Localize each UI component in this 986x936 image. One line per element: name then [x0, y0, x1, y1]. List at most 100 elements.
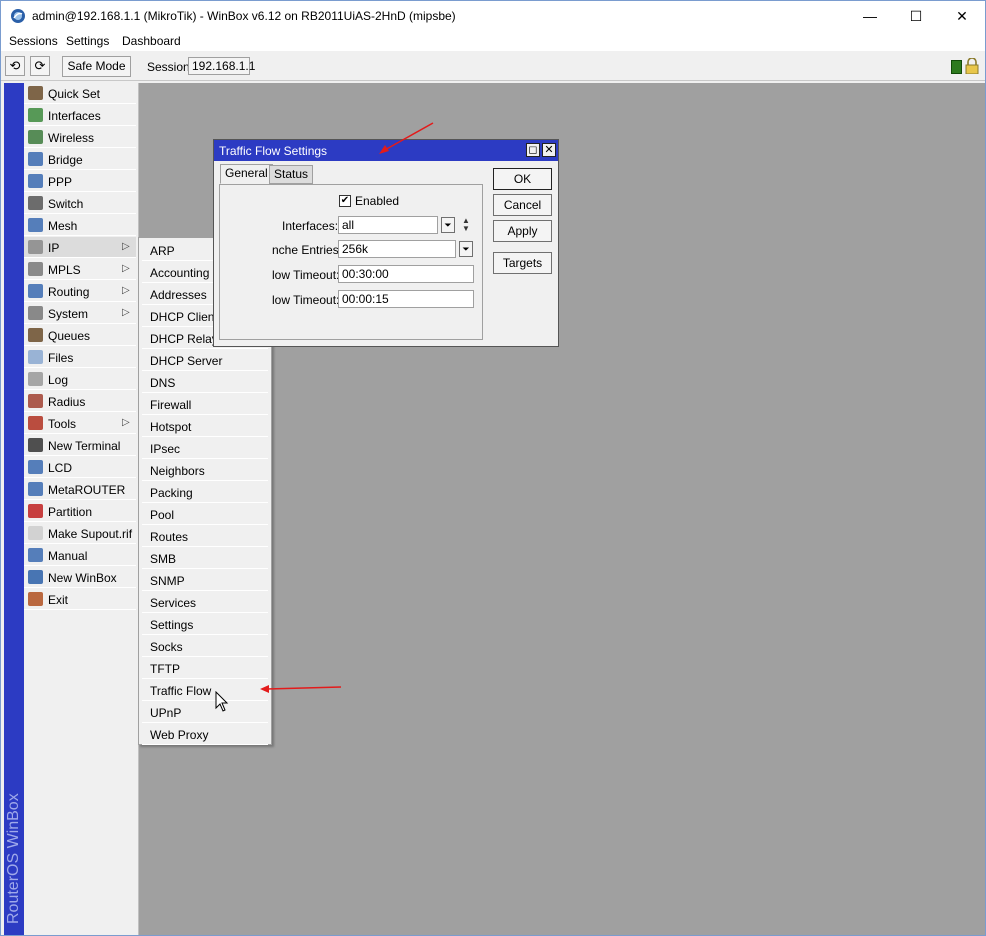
- sidebar-item-switch[interactable]: Switch: [24, 193, 136, 214]
- sidebar-item-label: Partition: [48, 505, 93, 519]
- sidebar-item-wireless[interactable]: Wireless: [24, 127, 136, 148]
- ip-menu-item-label: ARP: [150, 244, 175, 258]
- menu-sessions[interactable]: Sessions: [9, 34, 58, 48]
- sidebar-item-partition[interactable]: Partition: [24, 501, 136, 522]
- sidebar-item-label: Interfaces: [48, 109, 101, 123]
- ip-menu-item-neighbors[interactable]: Neighbors: [142, 460, 268, 481]
- targets-button[interactable]: Targets: [493, 252, 552, 274]
- ip-menu-item-packing[interactable]: Packing: [142, 482, 268, 503]
- interfaces-dropdown-button[interactable]: ⏷: [441, 217, 455, 233]
- ip-menu-item-socks[interactable]: Socks: [142, 636, 268, 657]
- sidebar-item-exit[interactable]: Exit: [24, 589, 136, 610]
- cache-entries-dropdown-button[interactable]: ⏷: [459, 241, 473, 257]
- ip-menu-item-dns[interactable]: DNS: [142, 372, 268, 393]
- sidebar-item-queues[interactable]: Queues: [24, 325, 136, 346]
- submenu-arrow-icon: ▷: [122, 241, 130, 252]
- cache-entries-field[interactable]: 256k: [338, 240, 456, 258]
- annotation-arrow-traffic-flow: [260, 685, 342, 693]
- sidebar-item-interfaces[interactable]: Interfaces: [24, 105, 136, 126]
- ip-menu-item-smb[interactable]: SMB: [142, 548, 268, 569]
- sidebar-item-manual[interactable]: Manual: [24, 545, 136, 566]
- general-tab-panel: [219, 184, 483, 340]
- ip-menu-item-label: Neighbors: [150, 464, 205, 478]
- sidebar-item-bridge[interactable]: Bridge: [24, 149, 136, 170]
- window-title: admin@192.168.1.1 (MikroTik) - WinBox v6…: [32, 9, 456, 23]
- sidebar-item-new-winbox[interactable]: New WinBox: [24, 567, 136, 588]
- maximize-button[interactable]: ☐: [893, 1, 939, 31]
- sidebar-item-log[interactable]: Log: [24, 369, 136, 390]
- interfaces-icon: [28, 108, 43, 122]
- tab-general[interactable]: General: [220, 164, 273, 184]
- cache-entries-label: nche Entries:: [272, 243, 343, 257]
- enabled-checkbox[interactable]: ✔: [339, 195, 351, 207]
- sidebar-item-metarouter[interactable]: MetaROUTER: [24, 479, 136, 500]
- ip-menu-item-web-proxy[interactable]: Web Proxy: [142, 724, 268, 745]
- mpls-icon: [28, 262, 43, 276]
- ip-menu-item-ipsec[interactable]: IPsec: [142, 438, 268, 459]
- safe-mode-button[interactable]: Safe Mode: [62, 56, 131, 77]
- sidebar-item-radius[interactable]: Radius: [24, 391, 136, 412]
- ip-menu-item-tftp[interactable]: TFTP: [142, 658, 268, 679]
- ip-menu-item-label: TFTP: [150, 662, 180, 676]
- globe-icon: [28, 570, 43, 584]
- ip-menu-item-routes[interactable]: Routes: [142, 526, 268, 547]
- interfaces-field[interactable]: all: [338, 216, 438, 234]
- sidebar-item-label: Manual: [48, 549, 88, 563]
- ip-menu-item-dhcp-server[interactable]: DHCP Server: [142, 350, 268, 371]
- ip-menu-item-label: DHCP Relay: [150, 332, 218, 346]
- undo-button[interactable]: ⟲: [5, 56, 25, 76]
- submenu-arrow-icon: ▷: [122, 417, 130, 428]
- sidebar-item-system[interactable]: System ▷: [24, 303, 136, 324]
- sidebar-item-mesh[interactable]: Mesh: [24, 215, 136, 236]
- ppp-icon: [28, 174, 43, 188]
- sidebar-item-routing[interactable]: Routing ▷: [24, 281, 136, 302]
- sidebar-item-label: Routing: [48, 285, 90, 299]
- document-icon: [28, 526, 43, 540]
- title-bar[interactable]: admin@192.168.1.1 (MikroTik) - WinBox v6…: [1, 1, 985, 31]
- sidebar-item-ip[interactable]: IP ▷: [24, 237, 136, 258]
- sidebar-item-files[interactable]: Files: [24, 347, 136, 368]
- ip-menu-item-firewall[interactable]: Firewall: [142, 394, 268, 415]
- dialog-restore-button[interactable]: ◻: [526, 143, 540, 157]
- ip-menu-item-traffic-flow[interactable]: Traffic Flow: [142, 680, 268, 701]
- terminal-icon: [28, 438, 43, 452]
- close-button[interactable]: ✕: [939, 1, 985, 31]
- ip-menu-item-hotspot[interactable]: Hotspot: [142, 416, 268, 437]
- cancel-button[interactable]: Cancel: [493, 194, 552, 216]
- ok-button[interactable]: OK: [493, 168, 552, 190]
- sidebar-item-tools[interactable]: Tools ▷: [24, 413, 136, 434]
- winbox-app-icon: [11, 9, 25, 23]
- ip-menu-item-label: SNMP: [150, 574, 185, 588]
- ip-menu-item-services[interactable]: Services: [142, 592, 268, 613]
- sidebar-item-label: Wireless: [48, 131, 95, 145]
- ip-menu-item-upnp[interactable]: UPnP: [142, 702, 268, 723]
- session-field[interactable]: 192.168.1.1: [188, 57, 255, 75]
- menu-bar: Sessions Settings Dashboard: [1, 31, 985, 51]
- sidebar-item-make-supout-rif[interactable]: Make Supout.rif: [24, 523, 136, 544]
- sidebar-item-ppp[interactable]: PPP: [24, 171, 136, 192]
- pie-icon: [28, 504, 43, 518]
- ip-menu-item-snmp[interactable]: SNMP: [142, 570, 268, 591]
- sidebar-item-quick-set[interactable]: Quick Set: [24, 83, 136, 104]
- interfaces-updown-button[interactable]: ▲ ▼: [460, 217, 472, 235]
- apply-button[interactable]: Apply: [493, 220, 552, 242]
- down-arrow-icon: ▼: [462, 224, 470, 233]
- active-flow-timeout-field[interactable]: 00:30:00: [338, 265, 474, 283]
- sidebar-item-new-terminal[interactable]: New Terminal: [24, 435, 136, 456]
- sidebar-item-mpls[interactable]: MPLS ▷: [24, 259, 136, 280]
- folder-icon: [28, 350, 43, 364]
- dialog-close-button[interactable]: ✕: [542, 143, 556, 157]
- inactive-flow-timeout-field[interactable]: 00:00:15: [338, 290, 474, 308]
- menu-settings[interactable]: Settings: [66, 34, 109, 48]
- ip-menu-item-settings[interactable]: Settings: [142, 614, 268, 635]
- ip-menu-item-pool[interactable]: Pool: [142, 504, 268, 525]
- log-icon: [28, 372, 43, 386]
- enabled-label: Enabled: [355, 194, 400, 208]
- minimize-button[interactable]: —: [847, 1, 893, 31]
- menu-dashboard[interactable]: Dashboard: [122, 34, 181, 48]
- redo-button[interactable]: ⟳: [30, 56, 50, 76]
- sidebar-menu: Quick Set Interfaces Wireless Bridge PPP Swit…: [24, 83, 139, 935]
- sidebar-item-label: Radius: [48, 395, 86, 409]
- tab-status[interactable]: Status: [269, 165, 314, 184]
- sidebar-item-lcd[interactable]: LCD: [24, 457, 136, 478]
